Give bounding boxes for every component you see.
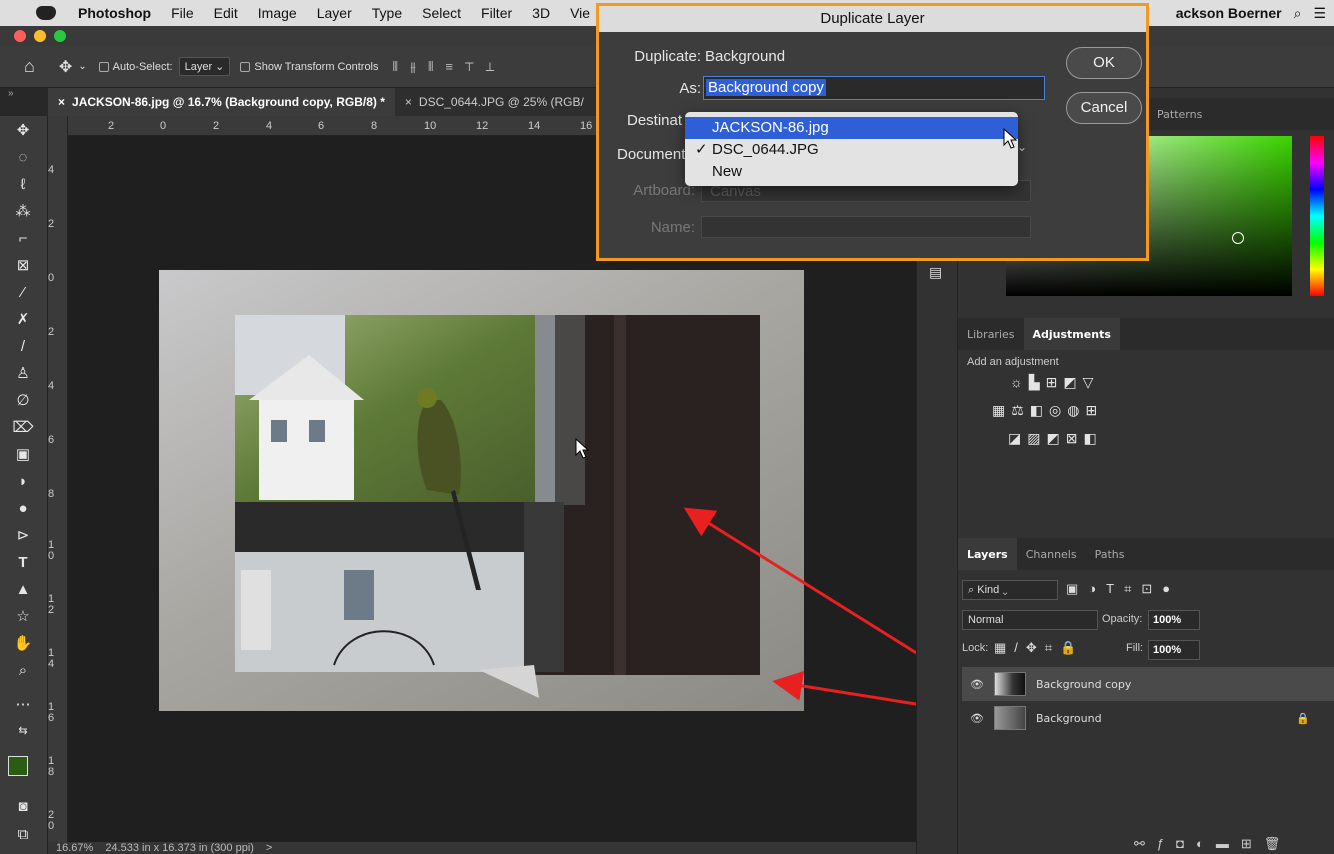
gradient-map-icon[interactable]: ⊠ [1066,430,1078,447]
as-input[interactable]: Background copy [703,76,1045,100]
tab-paths[interactable]: Paths [1086,538,1134,570]
artboard-label: Artboard: [633,182,695,199]
opacity-value: 100% [1153,614,1182,626]
search-icon: ⌕ [968,584,975,596]
channel-mixer-icon[interactable]: ◍ [1067,402,1079,419]
filter-kind-label: Kind [977,584,1000,596]
cancel-button[interactable]: Cancel [1066,92,1142,124]
opacity-field[interactable]: 100% [1148,610,1200,630]
eye-icon[interactable]: 👁 [970,712,984,725]
layers-panel-tabs: Layers Channels Paths [958,538,1334,570]
layer-filter-dropdown[interactable]: ⌕ Kind ⌄ [962,580,1058,600]
tab-libraries[interactable]: Libraries [958,318,1024,350]
layer-thumbnail [993,706,1026,730]
brightness-icon[interactable]: ☼ [1010,374,1023,391]
fill-field[interactable]: 100% [1148,640,1200,660]
layer-thumbnail [993,672,1026,696]
black-white-icon[interactable]: ◧ [1030,402,1043,419]
document-label: Document [617,146,686,163]
checkmark-icon: ✓ [695,141,708,158]
document-size: 24.533 in x 16.373 in (300 ppi) [105,842,254,854]
as-input-value: Background copy [706,79,826,96]
blend-mode-dropdown[interactable]: Normal [962,610,1098,630]
option-label: New [712,163,743,180]
menu-option-dsc[interactable]: ✓ DSC_0644.JPG [685,139,1018,161]
levels-icon[interactable]: ▙ [1029,374,1040,391]
vibrance-icon[interactable]: ▽ [1083,374,1094,391]
selective-color-icon[interactable]: ◧ [1083,430,1096,447]
exposure-icon[interactable]: ◩ [1063,374,1076,391]
color-lookup-icon[interactable]: ⊞ [1085,402,1097,419]
layer-filter-icons[interactable]: ▣◑T⌗⊡● [1066,581,1180,597]
tab-adjustments[interactable]: Adjustments [1023,318,1120,350]
opacity-label: Opacity: [1102,613,1143,625]
layer-name[interactable]: Background [1036,712,1102,725]
status-menu-icon[interactable]: > [266,842,272,854]
status-bar: 16.67% 24.533 in x 16.373 in (300 ppi) > [48,842,916,854]
add-adjustment-label: Add an adjustment [967,356,1059,368]
adjustment-row-2: ▦ ⚖ ◧ ◎ ◍ ⊞ [992,402,1097,419]
mouse-cursor-icon [1003,128,1018,149]
hue-slider[interactable] [1310,136,1324,296]
menu-option-new[interactable]: New [685,161,1018,183]
zoom-level[interactable]: 16.67% [56,842,93,854]
tab-patterns[interactable]: Patterns [1148,98,1211,130]
as-label: As: [679,80,701,97]
duplicate-label: Duplicate: [634,48,701,65]
layer-panel-footer-icons[interactable]: ⚯ƒ◘◐▬⊞🗑 [1134,836,1292,852]
color-balance-icon[interactable]: ⚖ [1011,402,1024,419]
fill-value: 100% [1153,644,1182,656]
fill-label: Fill: [1126,642,1144,654]
tab-layers[interactable]: Layers [958,538,1017,570]
lock-icon: 🔒 [1296,711,1310,725]
blend-mode-value: Normal [968,614,1004,626]
duplicate-value: Background [705,48,786,65]
option-label: JACKSON-86.jpg [712,119,829,136]
threshold-icon[interactable]: ◩ [1046,430,1059,447]
adjustments-panel-tabs: Libraries Adjustments [958,318,1334,350]
tab-channels[interactable]: Channels [1017,538,1086,570]
destination-label: Destinat [627,112,683,129]
notes-panel-icon[interactable]: ▤ [929,264,942,281]
dialog-title: Duplicate Layer [599,6,1146,32]
color-picker-handle[interactable] [1232,232,1244,244]
canvas-cursor-icon [575,438,590,459]
posterize-icon[interactable]: ▨ [1027,430,1040,447]
lock-label: Lock: [962,642,989,654]
eye-icon[interactable]: 👁 [970,678,984,691]
ok-button[interactable]: OK [1066,47,1142,79]
adjustment-row-1: ☼ ▙ ⊞ ◩ ▽ [1010,374,1093,391]
curves-icon[interactable]: ⊞ [1046,374,1058,391]
layer-name[interactable]: Background copy [1036,678,1131,691]
name-input [701,216,1031,238]
menu-option-jackson[interactable]: JACKSON-86.jpg [685,117,1018,139]
layer-row-background[interactable]: 👁 Background 🔒 [962,701,1334,735]
document-dropdown-menu: JACKSON-86.jpg ✓ DSC_0644.JPG New [685,112,1018,186]
photo-filter-icon[interactable]: ◎ [1049,402,1061,419]
hue-saturation-icon[interactable]: ▦ [992,402,1005,419]
option-label: DSC_0644.JPG [712,141,819,158]
layer-row-background-copy[interactable]: 👁 Background copy [962,667,1334,701]
name-label: Name: [650,219,695,236]
invert-icon[interactable]: ◪ [1008,430,1021,447]
lock-icons[interactable]: ▦/✥⌗🔒 [994,640,1084,656]
adjustment-row-3: ◪ ▨ ◩ ⊠ ◧ [1008,430,1097,447]
